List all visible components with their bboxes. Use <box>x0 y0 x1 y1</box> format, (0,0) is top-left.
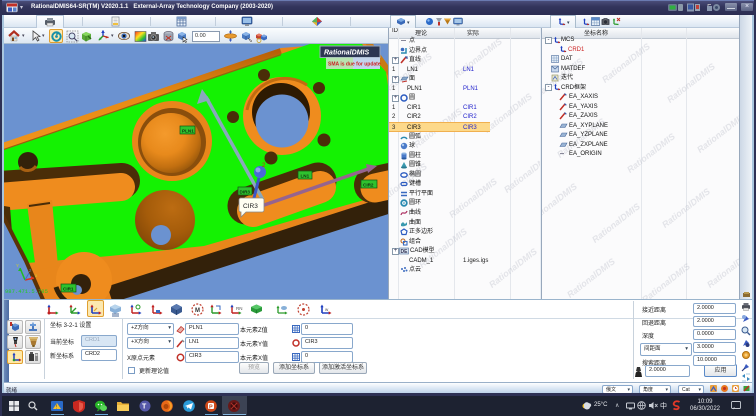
svg-text:LN1: LN1 <box>301 174 310 179</box>
svg-text:RationalDMIS: RationalDMIS <box>324 50 369 57</box>
svg-text:CIR3: CIR3 <box>243 203 258 210</box>
svg-text:987.471.5.785: 987.471.5.785 <box>5 288 48 295</box>
svg-text:CIR1: CIR1 <box>63 287 74 292</box>
svg-text:w: w <box>325 307 329 312</box>
svg-text:T: T <box>142 404 147 411</box>
svg-text:!: ! <box>56 405 57 411</box>
svg-text:CIR2: CIR2 <box>363 183 374 188</box>
svg-text:Y: Y <box>16 263 19 268</box>
svg-text:M: M <box>195 308 200 314</box>
svg-text:P: P <box>209 404 213 410</box>
svg-text:SMA is due for update: SMA is due for update <box>328 62 381 68</box>
svg-text:RN: RN <box>236 306 243 311</box>
svg-text:DE: DE <box>401 249 409 255</box>
svg-text:PLN1: PLN1 <box>182 129 194 134</box>
svg-text:DIR3: DIR3 <box>240 190 251 195</box>
